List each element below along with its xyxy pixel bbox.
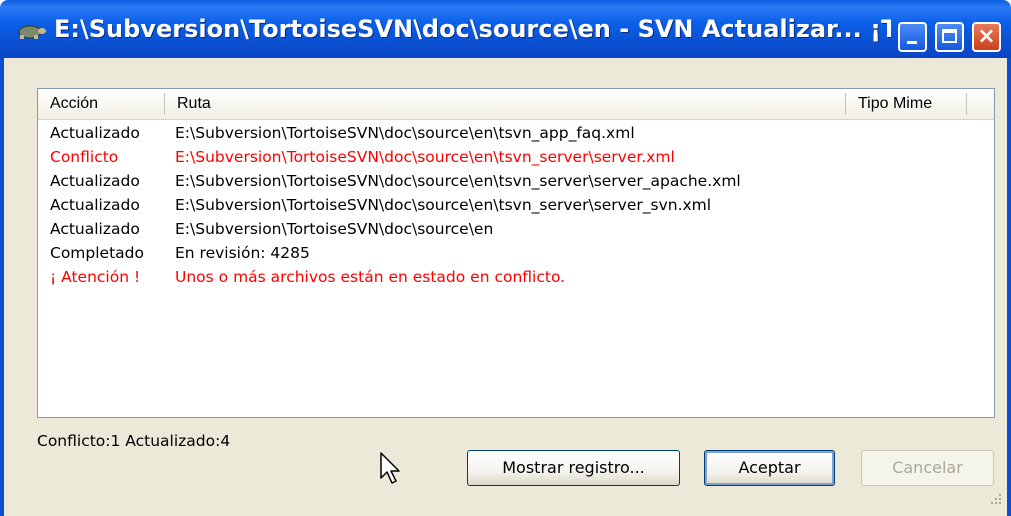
column-divider[interactable] bbox=[966, 93, 967, 115]
list-item[interactable]: Conflicto E:\Subversion\TortoiseSVN\doc\… bbox=[38, 145, 994, 169]
path-cell: E:\Subversion\TortoiseSVN\doc\source\en\… bbox=[175, 148, 675, 166]
list-item[interactable]: ¡ Atención ! Unos o más archivos están e… bbox=[38, 265, 994, 289]
list-rows: Actualizado E:\Subversion\TortoiseSVN\do… bbox=[38, 121, 994, 289]
maximize-icon bbox=[942, 29, 957, 43]
column-header-ruta[interactable]: Ruta bbox=[165, 89, 845, 119]
mouse-cursor-icon bbox=[380, 452, 400, 484]
list-item[interactable]: Actualizado E:\Subversion\TortoiseSVN\do… bbox=[38, 169, 994, 193]
path-cell: E:\Subversion\TortoiseSVN\doc\source\en\… bbox=[175, 124, 635, 142]
path-cell: En revisión: 4285 bbox=[175, 244, 310, 262]
column-header-tipo-mime[interactable]: Tipo Mime bbox=[846, 89, 966, 119]
close-button[interactable]: × bbox=[972, 22, 1001, 52]
window-title: E:\Subversion\TortoiseSVN\doc\source\en … bbox=[54, 15, 891, 43]
list-header: Acción Ruta Tipo Mime bbox=[38, 89, 994, 120]
list-item[interactable]: Actualizado E:\Subversion\TortoiseSVN\do… bbox=[38, 121, 994, 145]
svn-update-window: E:\Subversion\TortoiseSVN\doc\source\en … bbox=[0, 0, 1011, 516]
path-cell: E:\Subversion\TortoiseSVN\doc\source\en bbox=[175, 220, 494, 238]
tortoise-icon bbox=[18, 25, 46, 39]
results-list[interactable]: Acción Ruta Tipo Mime Actualizado E:\Sub… bbox=[37, 88, 995, 418]
action-cell: Actualizado bbox=[50, 220, 140, 238]
list-item[interactable]: Actualizado E:\Subversion\TortoiseSVN\do… bbox=[38, 193, 994, 217]
action-cell: Actualizado bbox=[50, 124, 140, 142]
minimize-icon bbox=[907, 41, 917, 44]
close-icon: × bbox=[977, 24, 996, 49]
resize-grip-icon[interactable] bbox=[985, 490, 1003, 508]
action-cell: Conflicto bbox=[50, 148, 119, 166]
action-cell: ¡ Atención ! bbox=[50, 268, 141, 286]
status-summary: Conflicto:1 Actualizado:4 bbox=[37, 432, 231, 450]
path-cell: E:\Subversion\TortoiseSVN\doc\source\en\… bbox=[175, 196, 712, 214]
minimize-button[interactable] bbox=[898, 22, 927, 52]
ok-button[interactable]: Aceptar bbox=[704, 450, 835, 486]
title-bar[interactable]: E:\Subversion\TortoiseSVN\doc\source\en … bbox=[0, 0, 1011, 58]
column-header-accion[interactable]: Acción bbox=[38, 89, 164, 119]
action-cell: Completado bbox=[50, 244, 144, 262]
list-item[interactable]: Completado En revisión: 4285 bbox=[38, 241, 994, 265]
maximize-button[interactable] bbox=[935, 22, 964, 52]
show-log-button[interactable]: Mostrar registro... bbox=[467, 450, 680, 486]
path-cell: Unos o más archivos están en estado en c… bbox=[175, 268, 566, 286]
path-cell: E:\Subversion\TortoiseSVN\doc\source\en\… bbox=[175, 172, 741, 190]
cancel-button[interactable]: Cancelar bbox=[861, 450, 994, 486]
action-cell: Actualizado bbox=[50, 196, 140, 214]
list-item[interactable]: Actualizado E:\Subversion\TortoiseSVN\do… bbox=[38, 217, 994, 241]
action-cell: Actualizado bbox=[50, 172, 140, 190]
